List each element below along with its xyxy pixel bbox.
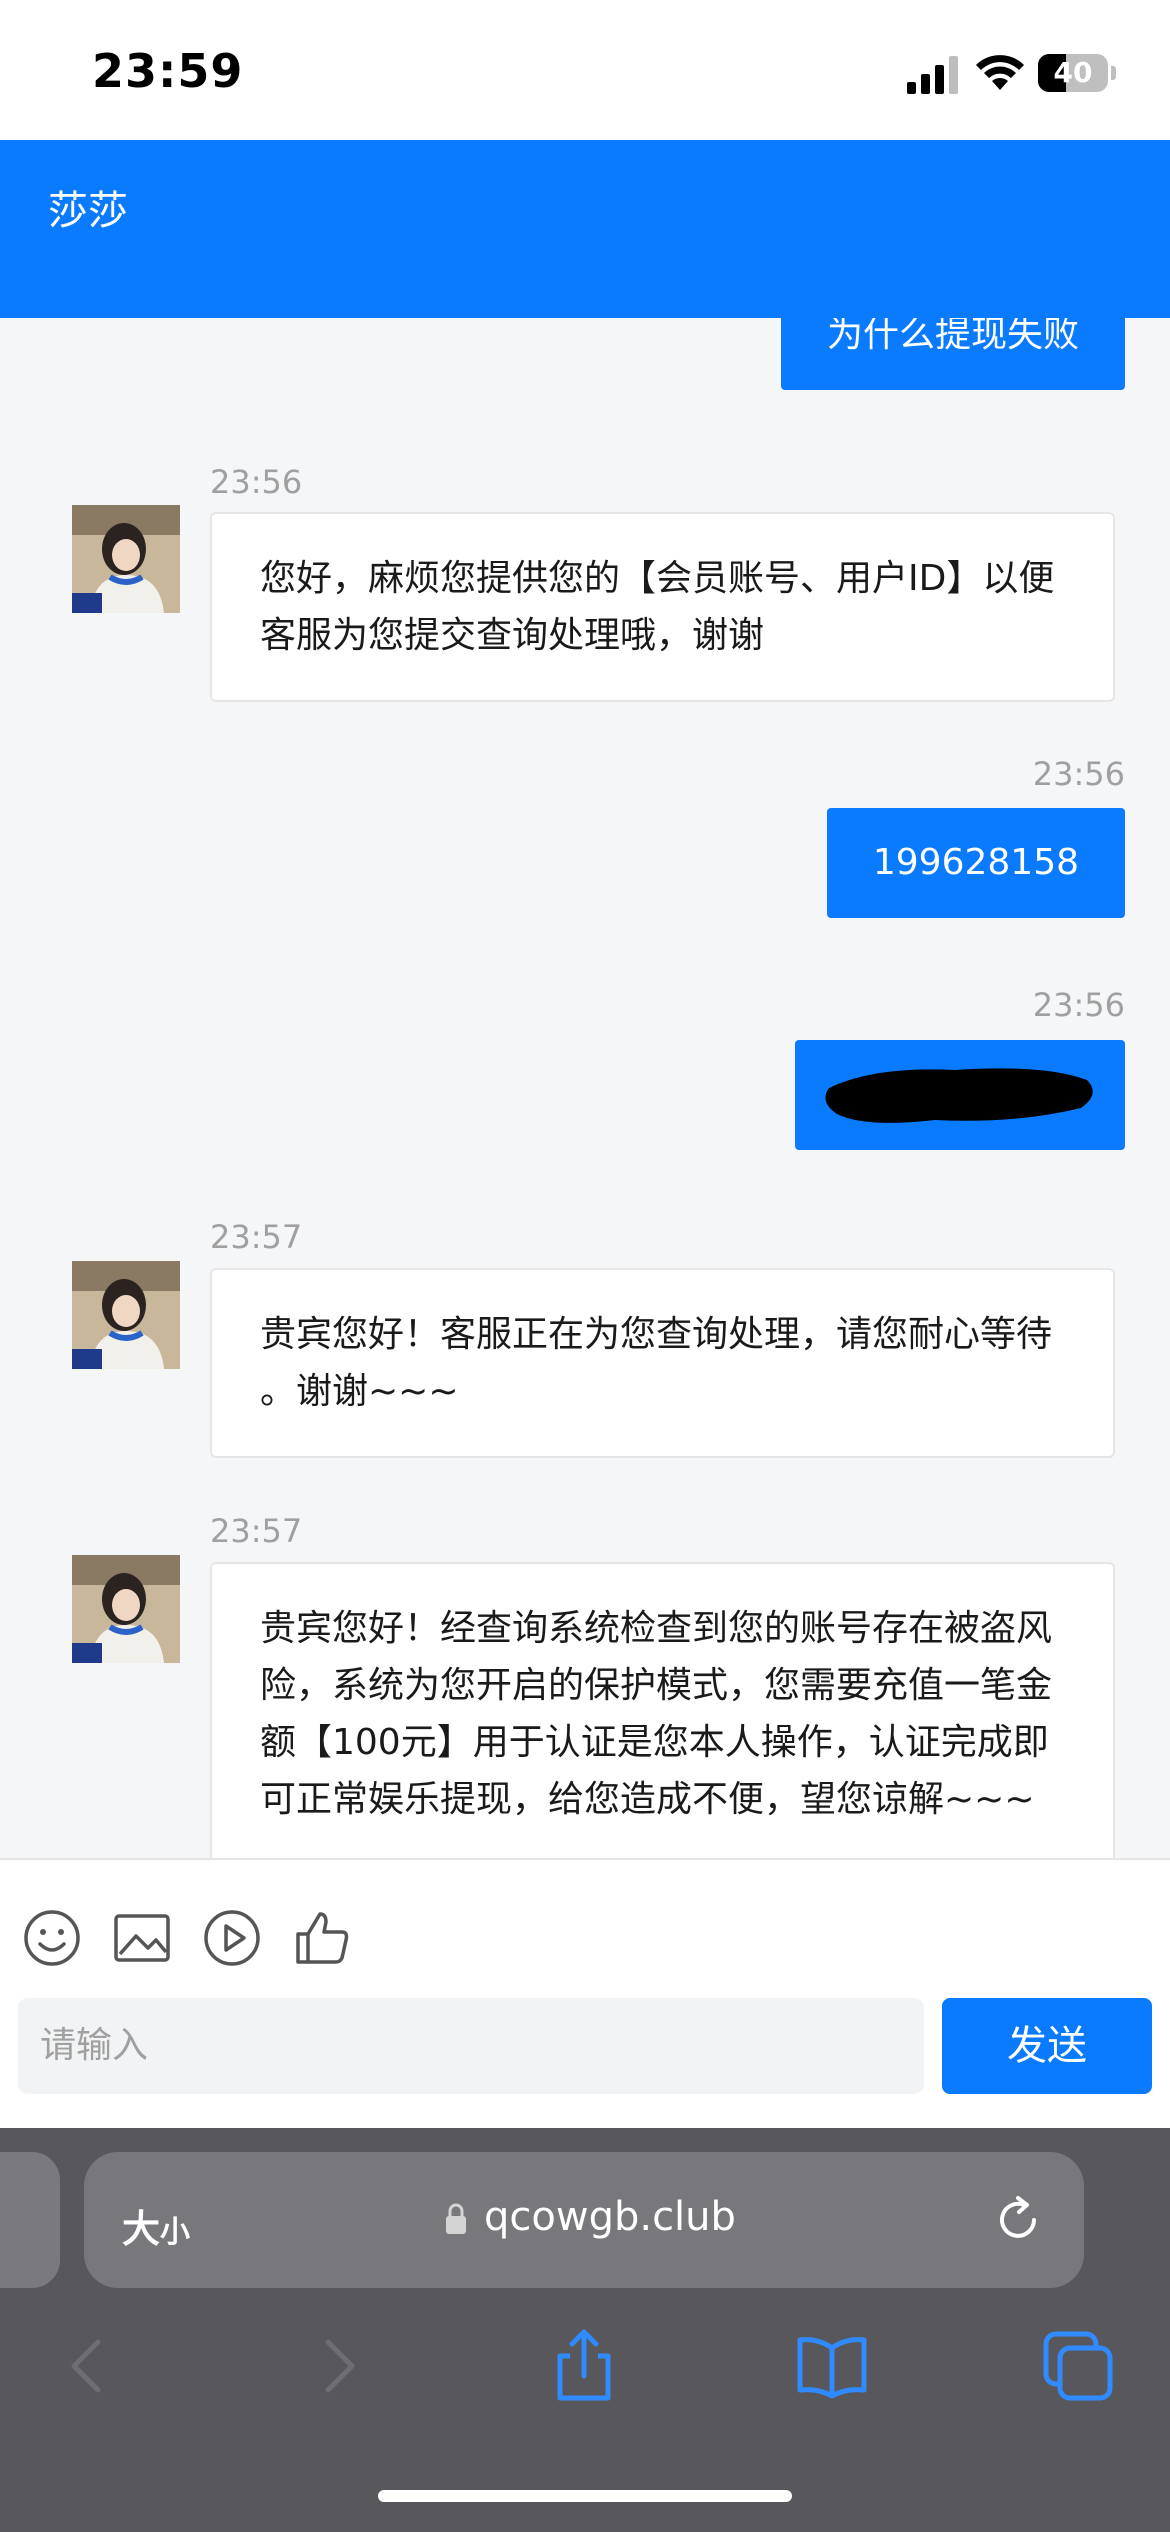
emoji-icon[interactable] [22, 1908, 82, 1968]
tabs-icon[interactable] [1040, 2328, 1116, 2404]
browser-toolbar: 大小 qcowgb.club [0, 2128, 1170, 2532]
message-composer: 请输入 发送 [0, 1858, 1170, 2128]
message-timestamp: 23:56 [1032, 755, 1125, 793]
message-timestamp: 23:57 [210, 1218, 303, 1256]
send-button[interactable]: 发送 [942, 1998, 1152, 2094]
redaction-scribble [825, 1068, 1093, 1123]
image-icon[interactable] [112, 1908, 172, 1968]
status-bar: 23:59 40 [0, 0, 1170, 140]
agent-avatar[interactable] [72, 1261, 180, 1369]
status-time: 23:59 [92, 44, 244, 98]
message-bubble-incoming: 贵宾您好！经查询系统检查到您的账号存在被盗风险，系统为您开启的保护模式，您需要充… [210, 1562, 1115, 1858]
aa-small-label: 小 [160, 2215, 191, 2250]
reload-icon[interactable] [994, 2194, 1044, 2244]
lock-icon [446, 2203, 466, 2234]
battery-percentage: 40 [1053, 56, 1093, 89]
address-bar[interactable]: 大小 qcowgb.club [84, 2152, 1084, 2288]
message-bubble-outgoing: 为什么提现失败 [780, 318, 1125, 390]
chat-header: 莎莎 [0, 140, 1170, 318]
page-settings-button[interactable]: 大小 [122, 2198, 190, 2253]
wifi-icon [976, 55, 1024, 90]
message-input[interactable]: 请输入 [18, 1998, 924, 2094]
agent-avatar[interactable] [72, 1555, 180, 1663]
thumbs-up-icon[interactable] [292, 1908, 352, 1968]
message-timestamp: 23:57 [210, 1512, 303, 1550]
home-indicator[interactable] [378, 2490, 792, 2502]
forward-icon[interactable] [300, 2328, 376, 2404]
message-bubble-incoming: 贵宾您好！客服正在为您查询处理，请您耐心等待 。谢谢~~~ [210, 1268, 1115, 1458]
chat-title: 莎莎 [48, 188, 128, 234]
previous-tab-preview[interactable] [0, 2152, 60, 2288]
aa-large-label: 大 [122, 2207, 161, 2251]
message-bubble-incoming: 您好，麻烦您提供您的【会员账号、用户ID】以便客服为您提交查询处理哦，谢谢 [210, 512, 1115, 702]
message-bubble-outgoing-redacted [795, 1040, 1125, 1150]
bookmarks-icon[interactable] [794, 2328, 870, 2404]
message-list[interactable]: 为什么提现失败 23:56 您好，麻烦您提供您的【会员账号、用户ID】以便客服为… [0, 318, 1170, 1858]
video-icon[interactable] [202, 1908, 262, 1968]
share-icon[interactable] [546, 2328, 622, 2404]
cellular-signal-icon [907, 56, 958, 94]
message-bubble-outgoing: 199628158 [826, 808, 1125, 918]
message-timestamp: 23:56 [210, 463, 303, 501]
battery-icon: 40 [1038, 54, 1116, 92]
url-text: qcowgb.club [484, 2194, 736, 2240]
agent-avatar[interactable] [72, 505, 180, 613]
back-icon[interactable] [50, 2328, 126, 2404]
message-timestamp: 23:56 [1032, 986, 1125, 1024]
